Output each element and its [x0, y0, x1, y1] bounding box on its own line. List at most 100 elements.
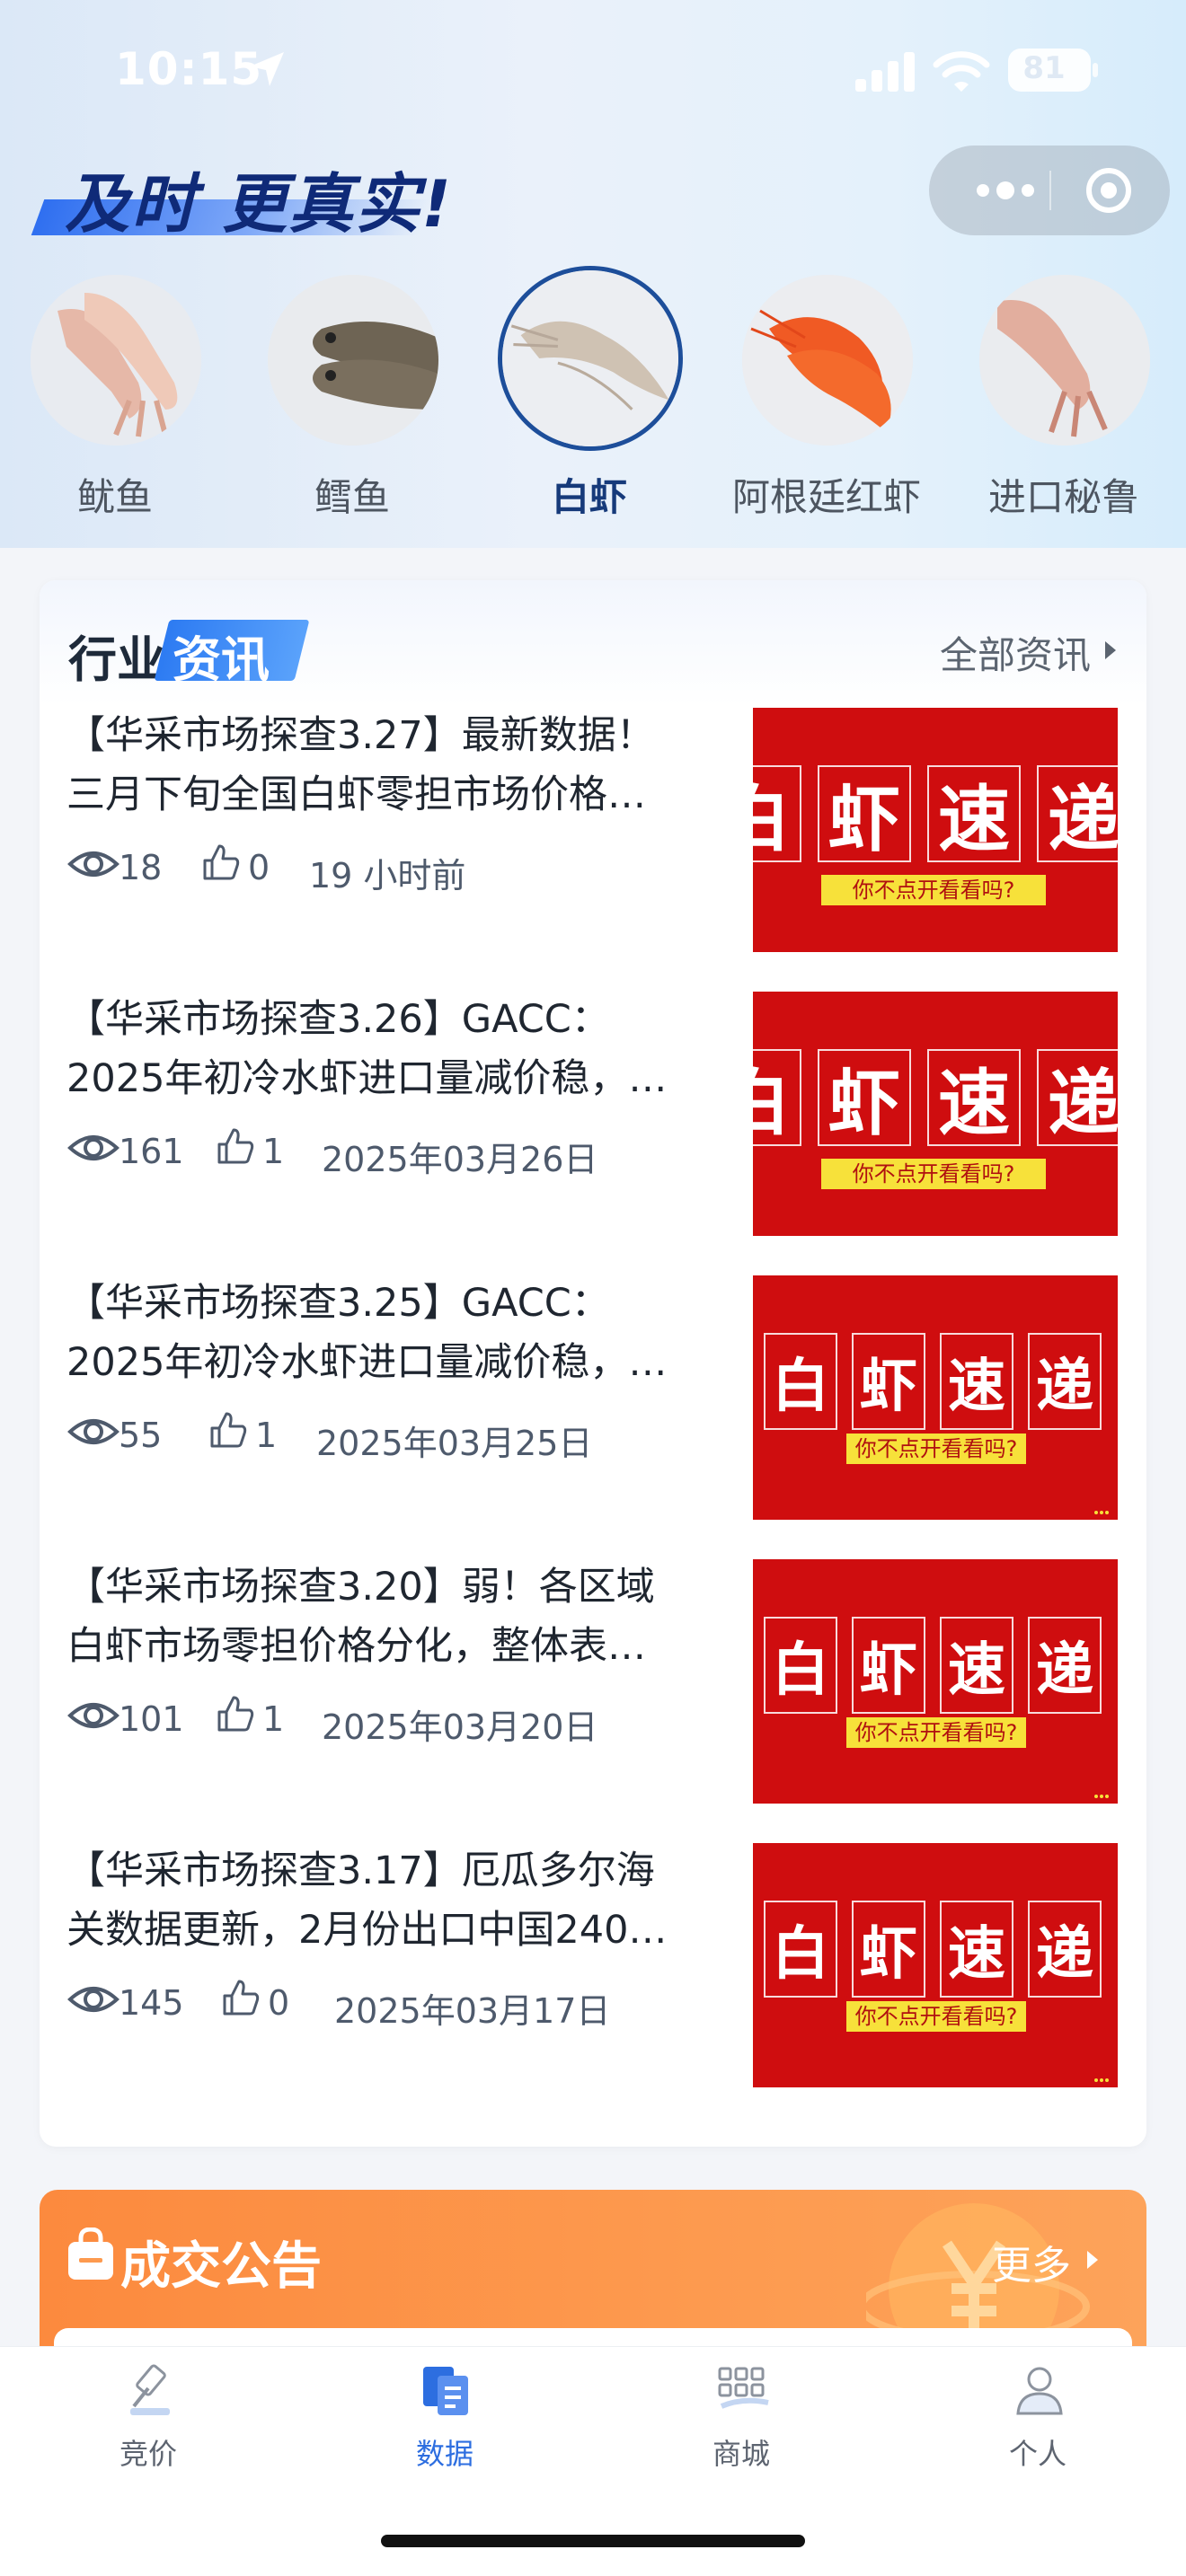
category-white-shrimp-image	[498, 266, 683, 451]
thumbnail-dots	[1094, 1786, 1109, 1798]
thumbnail-char: 递	[1037, 765, 1118, 862]
news-headline-line: 关数据更新，2月份出口中国240…	[66, 1908, 668, 1953]
news-thumbnail[interactable]: 白虾速递你不点开看看吗?	[753, 992, 1118, 1236]
category-argentine-red-shrimp-image	[742, 275, 913, 446]
thumbnail-char: 递	[1037, 1049, 1118, 1146]
more-dots-icon[interactable]	[965, 169, 1046, 212]
tab-label: 数据	[415, 2437, 474, 2471]
profile-person-icon	[1016, 2367, 1063, 2415]
thumbnail-char: 白	[764, 1333, 837, 1430]
news-meta: 145 0 2025年03月17日	[66, 1978, 767, 2031]
header-slogan: 及时 更真实!	[65, 166, 453, 242]
thumbnail-char: 白	[753, 1049, 801, 1146]
eye-icon	[67, 1987, 119, 2012]
thumbnail-dots	[1094, 1502, 1109, 1514]
news-headline-line: 【华采市场探查3.20】弱！各区域	[66, 1565, 655, 1610]
thumbs-up-icon[interactable]	[216, 1126, 255, 1166]
mall-grid-icon	[718, 2367, 769, 2409]
thumbnail-headline: 白虾速递	[753, 765, 1118, 866]
thumbnail-subtitle: 你不点开看看吗?	[846, 2001, 1026, 2032]
deal-more-link[interactable]: 更多	[992, 2233, 1071, 2290]
thumbs-up-icon[interactable]	[216, 1694, 255, 1734]
thumbnail-char: 递	[1028, 1901, 1102, 1998]
publish-date: 2025年03月25日	[316, 1424, 593, 1463]
news-headline: 【华采市场探查3.26】GACC： 2025年初冷水虾进口量减价稳，…	[66, 990, 758, 1108]
publish-date: 2025年03月26日	[322, 1140, 598, 1179]
thumbnail-char: 递	[1028, 1333, 1102, 1430]
news-meta: 55 1 2025年03月25日	[66, 1410, 767, 1463]
tab-auction[interactable]: 竞价	[0, 2347, 296, 2482]
deal-announcement-banner[interactable]: 成交公告 更多	[40, 2190, 1146, 2369]
news-item[interactable]: 【华采市场探查3.27】最新数据！ 三月下旬全国白虾零担市场价格… 18 0 19 小时…	[40, 706, 1146, 966]
all-news-link[interactable]: 全部资讯	[940, 625, 1091, 680]
category-peru-import[interactable]: 进口秘鲁	[965, 269, 1163, 530]
news-headline-line: 三月下旬全国白虾零担市场价格…	[66, 772, 646, 817]
news-thumbnail[interactable]: 白虾速递你不点开看看吗?	[753, 1559, 1118, 1804]
category-label: 阿根廷红虾	[731, 475, 921, 519]
category-squid[interactable]: 鱿鱼	[16, 269, 214, 530]
thumbnail-char: 速	[927, 765, 1021, 862]
thumbs-up-icon[interactable]	[201, 842, 241, 882]
news-headline-line: 白虾市场零担价格分化，整体表…	[66, 1624, 646, 1669]
news-meta: 161 1 2025年03月26日	[66, 1126, 767, 1179]
news-headline: 【华采市场探查3.27】最新数据！ 三月下旬全国白虾零担市场价格…	[66, 706, 758, 825]
news-meta: 101 1 2025年03月20日	[66, 1694, 767, 1747]
news-thumbnail[interactable]: 白虾速递你不点开看看吗?	[753, 1843, 1118, 2087]
news-headline-line: 【华采市场探查3.25】GACC：	[66, 1281, 610, 1326]
category-label: 鱿鱼	[76, 475, 153, 519]
battery-cap	[1093, 63, 1098, 77]
shopping-bag-icon	[68, 2228, 113, 2280]
news-thumbnail[interactable]: 白虾速递你不点开看看吗?	[753, 1275, 1118, 1520]
eye-icon	[67, 1419, 119, 1444]
news-thumbnail[interactable]: 白虾速递你不点开看看吗?	[753, 708, 1118, 952]
caret-right-icon	[1105, 641, 1116, 659]
caret-right-icon	[1087, 2251, 1098, 2269]
category-cod-image	[268, 275, 438, 446]
thumbnail-char: 虾	[852, 1333, 925, 1430]
thumbnail-char: 递	[1028, 1617, 1102, 1714]
like-count: 1	[262, 1699, 285, 1739]
thumbs-up-icon[interactable]	[208, 1410, 248, 1450]
thumbnail-char: 白	[764, 1617, 837, 1714]
news-headline-line: 2025年初冷水虾进口量减价稳，…	[66, 1340, 668, 1385]
tab-label: 竞价	[119, 2437, 177, 2471]
news-meta: 18 0 19 小时前	[66, 842, 767, 895]
close-target-icon[interactable]	[1082, 163, 1136, 217]
news-item[interactable]: 【华采市场探查3.17】厄瓜多尔海 关数据更新，2月份出口中国240… 145 0 20…	[40, 1841, 1146, 2102]
category-label: 进口秘鲁	[987, 475, 1139, 519]
news-headline: 【华采市场探查3.25】GACC： 2025年初冷水虾进口量减价稳，…	[66, 1274, 758, 1392]
news-headline-line: 【华采市场探查3.17】厄瓜多尔海	[66, 1848, 655, 1893]
thumbnail-char: 虾	[818, 1049, 911, 1146]
thumbnail-subtitle: 你不点开看看吗?	[846, 1717, 1026, 1748]
news-item[interactable]: 【华采市场探查3.26】GACC： 2025年初冷水虾进口量减价稳，… 161 1 20…	[40, 990, 1146, 1250]
status-time: 10:15	[115, 43, 263, 95]
home-indicator	[381, 2535, 805, 2547]
thumbnail-char: 白	[753, 765, 801, 862]
like-count: 1	[255, 1416, 278, 1455]
auction-gavel-icon	[130, 2364, 170, 2415]
thumbnail-char: 虾	[818, 765, 911, 862]
news-headline: 【华采市场探查3.17】厄瓜多尔海 关数据更新，2月份出口中国240…	[66, 1841, 758, 1960]
view-count: 18	[119, 848, 163, 887]
news-item[interactable]: 【华采市场探查3.20】弱！各区域 白虾市场零担价格分化，整体表… 101 1 2025…	[40, 1557, 1146, 1818]
thumbnail-char: 虾	[852, 1901, 925, 1998]
tab-data[interactable]: 数据	[296, 2347, 593, 2482]
data-document-icon	[423, 2367, 468, 2415]
tab-profile[interactable]: 个人	[890, 2347, 1186, 2482]
thumbnail-char: 虾	[852, 1617, 925, 1714]
news-title-highlight-text: 资讯	[173, 631, 270, 688]
thumbnail-char: 白	[764, 1901, 837, 1998]
battery-level: 81	[1022, 50, 1066, 86]
category-peru-import-image	[979, 275, 1150, 446]
tab-mall[interactable]: 商城	[593, 2347, 890, 2482]
news-item[interactable]: 【华采市场探查3.25】GACC： 2025年初冷水虾进口量减价稳，… 55 1 202…	[40, 1274, 1146, 1534]
view-count: 55	[119, 1416, 163, 1455]
category-white-shrimp[interactable]: 白虾	[491, 266, 688, 530]
thumbnail-subtitle: 你不点开看看吗?	[821, 1159, 1046, 1189]
battery-indicator: 81	[1008, 49, 1091, 92]
category-argentine-red-shrimp[interactable]: 阿根廷红虾	[728, 269, 925, 530]
industry-news-card: 行业 资讯 全部资讯 【华采市场探查3.27】最新数据！ 三月下旬全国白虾零担市场…	[40, 580, 1146, 2147]
eye-icon	[67, 851, 119, 877]
category-cod[interactable]: 鳕鱼	[253, 269, 451, 530]
thumbs-up-icon[interactable]	[221, 1978, 261, 2017]
